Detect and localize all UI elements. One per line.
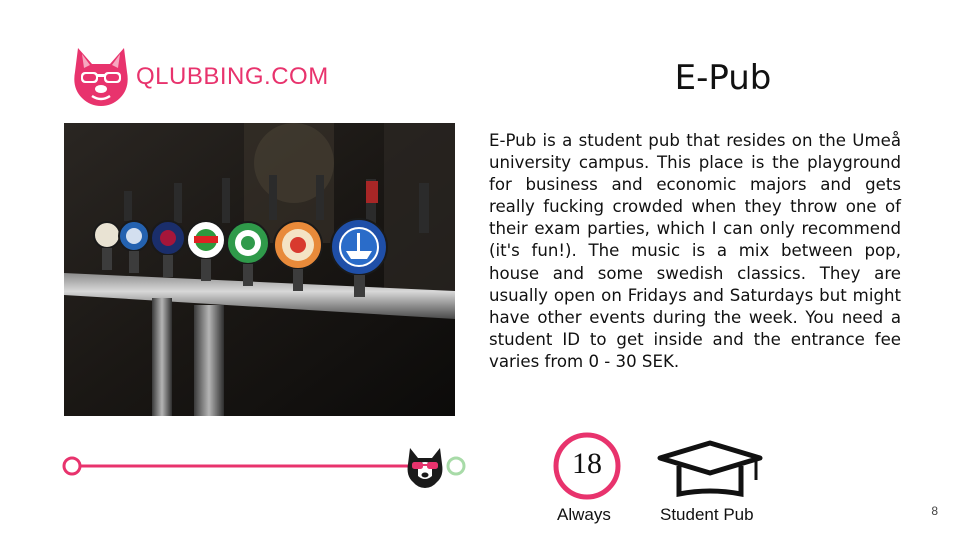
timeline-end-dot [446,456,466,476]
page-number: 8 [931,504,938,518]
venue-type-caption: Student Pub [660,505,754,524]
brand-logo: QLUBBING.COM [72,46,329,108]
age-limit-caption: Always [557,505,611,524]
bar-photo [64,123,455,416]
age-limit-badge: 18 [552,431,622,501]
venue-type-badge [657,440,763,502]
brand-name[interactable]: QLUBBING.COM [136,63,329,91]
timeline-start-dot [62,456,82,476]
page-title: E-Pub [674,58,772,98]
venue-description: E-Pub is a student pub that resides on t… [489,131,901,371]
bulldog-sunglasses-icon [407,448,443,488]
graduation-cap-icon [657,440,763,498]
beer-taps-image [64,123,455,416]
slide-progress-timeline [62,446,482,490]
bulldog-sunglasses-icon [74,48,128,106]
age-limit-number: 18 [572,447,602,480]
